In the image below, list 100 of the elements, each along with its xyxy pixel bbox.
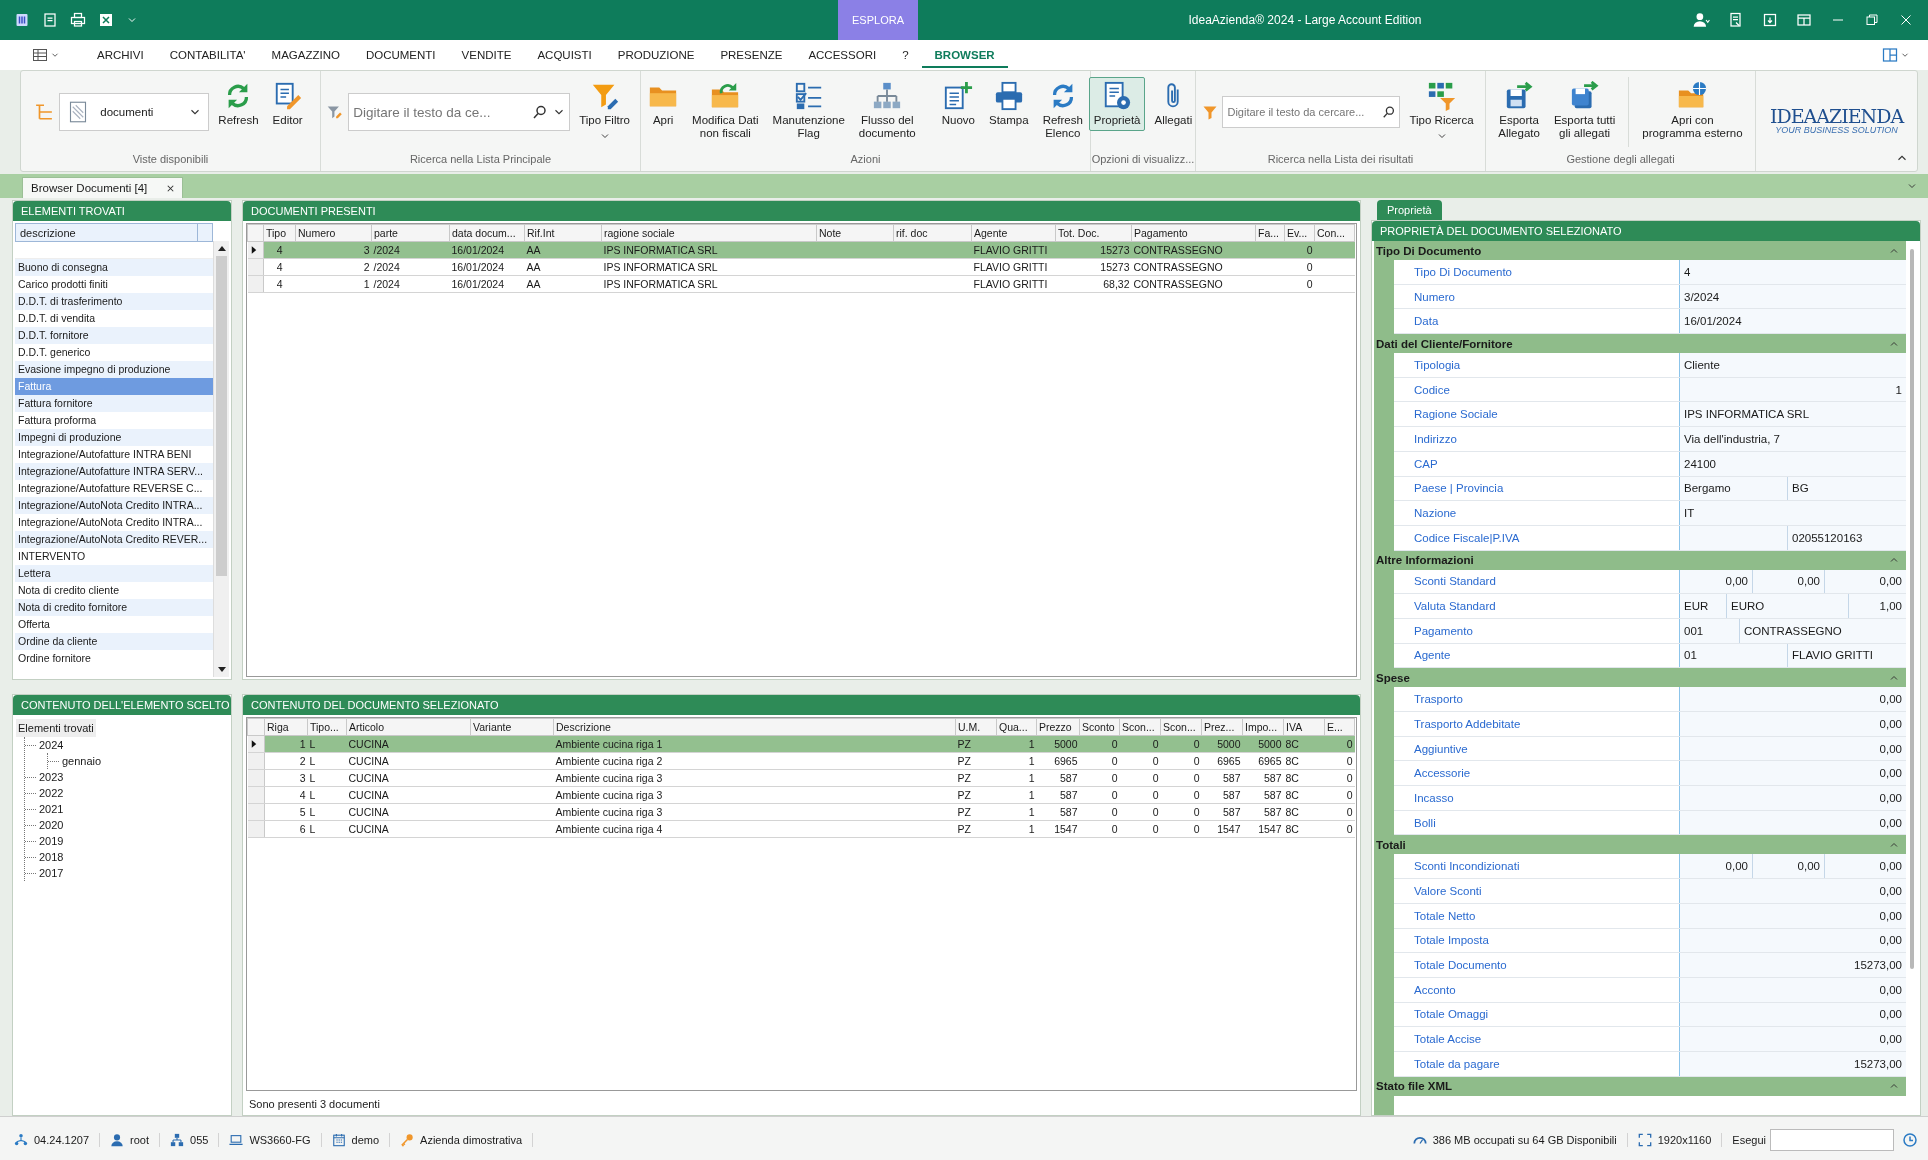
- printer-icon[interactable]: [70, 12, 86, 28]
- column-header[interactable]: Sconto: [1079, 718, 1120, 736]
- exit-icon[interactable]: [1762, 12, 1778, 28]
- column-header[interactable]: Articolo: [346, 718, 471, 736]
- list-item[interactable]: Integrazione/AutoNota Credito REVER...: [15, 531, 213, 548]
- column-header[interactable]: IVA: [1283, 718, 1325, 736]
- column-header[interactable]: Numero: [295, 224, 372, 242]
- tree-item[interactable]: 2024: [39, 737, 64, 753]
- table-row[interactable]: 3 L CUCINA Ambiente cucina riga 3 PZ 1 587 0 0 0 587 587 8C 0: [247, 769, 1355, 787]
- column-header[interactable]: Tot. Doc.: [1055, 224, 1132, 242]
- tree-item[interactable]: 2020: [39, 817, 64, 833]
- tree-item[interactable]: 2022: [39, 785, 64, 801]
- column-header[interactable]: Con...: [1314, 224, 1355, 242]
- section-header[interactable]: Altre Informazioni: [1374, 550, 1906, 570]
- document-icon[interactable]: [42, 12, 58, 28]
- ribbon-button[interactable]: Esporta Allegato: [1493, 77, 1545, 144]
- list-item[interactable]: D.D.T. di trasferimento: [15, 293, 213, 310]
- ribbon-button[interactable]: Flusso del documento: [853, 77, 921, 144]
- list-item[interactable]: Nota di credito fornitore: [15, 599, 213, 616]
- menu-tab[interactable]: PRODUZIONE: [604, 42, 708, 68]
- tree-item[interactable]: 2017: [39, 865, 64, 881]
- menu-tab[interactable]: ?: [889, 42, 922, 68]
- column-header[interactable]: U.M.: [955, 718, 997, 736]
- ribbon-button[interactable]: Apri: [643, 77, 684, 131]
- ribbon-button[interactable]: Refresh Elenco: [1037, 77, 1088, 144]
- section-header[interactable]: Spese: [1374, 668, 1906, 688]
- search-field[interactable]: Digitare il testo da cercare...: [1222, 96, 1401, 128]
- menu-tab[interactable]: CONTABILITA': [156, 42, 259, 68]
- section-header[interactable]: Totali: [1374, 835, 1906, 855]
- clock-icon[interactable]: [1902, 1132, 1918, 1148]
- menu-tab[interactable]: VENDITE: [448, 42, 525, 68]
- table-row[interactable]: 4 2 /2024 16/01/2024 AA IPS INFORMATICA SRL FLAVIO GRITTI 15273 CONTRASSEGNO 0: [247, 258, 1355, 276]
- ribbon-button[interactable]: Stampa: [984, 77, 1034, 131]
- tree-item[interactable]: 2018: [39, 849, 64, 865]
- list-item[interactable]: Integrazione/AutoNota Credito INTRA...: [15, 497, 213, 514]
- column-header[interactable]: Note: [816, 224, 894, 242]
- column-header[interactable]: Scon...: [1119, 718, 1161, 736]
- toggle-button[interactable]: Allegati: [1149, 77, 1198, 131]
- column-header[interactable]: data docum...: [449, 224, 525, 242]
- column-header[interactable]: Tipo: [263, 224, 296, 242]
- section-header[interactable]: Tipo Di Documento: [1374, 241, 1906, 260]
- column-header[interactable]: Fa...: [1255, 224, 1285, 242]
- menu-tab[interactable]: DOCUMENTI: [352, 42, 449, 68]
- column-header[interactable]: parte: [371, 224, 450, 242]
- column-header[interactable]: Ev...: [1284, 224, 1315, 242]
- document-tab[interactable]: Browser Documenti [4]: [22, 177, 184, 198]
- column-header[interactable]: Qua...: [996, 718, 1037, 736]
- ribbon-button[interactable]: Manutenzione Flag: [767, 77, 850, 144]
- column-header[interactable]: ragione sociale: [601, 224, 817, 242]
- column-header[interactable]: Variante: [470, 718, 554, 736]
- ribbon-button[interactable]: Esporta tutti gli allegati: [1548, 77, 1621, 144]
- table-row[interactable]: 4 1 /2024 16/01/2024 AA IPS INFORMATICA SRL FLAVIO GRITTI 68,32 CONTRASSEGNO 0: [247, 275, 1355, 293]
- menu-tab[interactable]: ACQUISTI: [524, 42, 605, 68]
- table-row[interactable]: 2 L CUCINA Ambiente cucina riga 2 PZ 1 6965 0 0 0 6965 6965 8C 0: [247, 752, 1355, 770]
- menu-tab[interactable]: BROWSER: [921, 42, 1008, 68]
- list-item[interactable]: Fattura fornitore: [15, 395, 213, 412]
- column-header[interactable]: Prezzo: [1036, 718, 1080, 736]
- column-header[interactable]: Scon...: [1160, 718, 1202, 736]
- tree-item[interactable]: 2023: [39, 769, 64, 785]
- section-header[interactable]: Stato file XML: [1374, 1076, 1906, 1096]
- ribbon-button[interactable]: Editor: [267, 77, 308, 131]
- table-row[interactable]: 1 L CUCINA Ambiente cucina riga 1 PZ 1 5000 0 0 0 5000 5000 8C 0: [247, 735, 1355, 753]
- search-icon[interactable]: [532, 104, 549, 120]
- list-item[interactable]: Evasione impegno di produzione: [15, 361, 213, 378]
- section-header[interactable]: Dati del Cliente/Fornitore: [1374, 334, 1906, 354]
- ribbon-button[interactable]: Apri con programma esterno: [1637, 77, 1748, 144]
- ribbon-button[interactable]: Nuovo: [936, 77, 980, 131]
- column-header[interactable]: Tipo...: [307, 718, 347, 736]
- column-header[interactable]: Descrizione: [553, 718, 956, 736]
- table-row[interactable]: 5 L CUCINA Ambiente cucina riga 3 PZ 1 587 0 0 0 587 587 8C 0: [247, 803, 1355, 821]
- document-icon[interactable]: [1728, 12, 1744, 28]
- search-icon[interactable]: [1382, 105, 1397, 119]
- list-item[interactable]: Impegni di produzione: [15, 429, 213, 446]
- scrollbar[interactable]: [1906, 241, 1918, 1115]
- table-row[interactable]: 4 L CUCINA Ambiente cucina riga 3 PZ 1 587 0 0 0 587 587 8C 0: [247, 786, 1355, 804]
- column-header[interactable]: Rif.Int: [524, 224, 602, 242]
- user-icon[interactable]: [1692, 11, 1710, 29]
- menu-tab[interactable]: MAGAZZINO: [258, 42, 353, 68]
- app-icon[interactable]: [14, 12, 30, 28]
- properties-tab[interactable]: Proprietà: [1377, 200, 1442, 220]
- column-header[interactable]: Impo...: [1242, 718, 1284, 736]
- list-item[interactable]: Lettera: [15, 565, 213, 582]
- table-row[interactable]: 4 3 /2024 16/01/2024 AA IPS INFORMATICA SRL FLAVIO GRITTI 15273 CONTRASSEGNO 0: [247, 241, 1355, 259]
- tree-item[interactable]: gennaio: [62, 753, 102, 769]
- column-header[interactable]: rif. doc: [893, 224, 972, 242]
- toggle-button[interactable]: Proprietà: [1088, 77, 1146, 131]
- list-item[interactable]: D.D.T. fornitore: [15, 327, 213, 344]
- ribbon-button[interactable]: Tipo Filtro: [574, 77, 635, 146]
- ribbon-button[interactable]: Tipo Ricerca: [1404, 77, 1479, 146]
- column-header[interactable]: Riga: [264, 718, 308, 736]
- tree-item[interactable]: Elementi trovati: [16, 719, 96, 737]
- column-header[interactable]: Prez...: [1201, 718, 1243, 736]
- run-field[interactable]: [1770, 1129, 1894, 1151]
- column-header[interactable]: Agente: [971, 224, 1056, 242]
- menu-tab[interactable]: ARCHIVI: [84, 42, 157, 68]
- tree-item[interactable]: 2021: [39, 801, 64, 817]
- column-header[interactable]: E...: [1324, 718, 1355, 736]
- restore-icon[interactable]: [1864, 12, 1880, 28]
- ribbon-button[interactable]: Modifica Dati non fiscali: [687, 77, 764, 144]
- panel-icon[interactable]: [1796, 12, 1812, 28]
